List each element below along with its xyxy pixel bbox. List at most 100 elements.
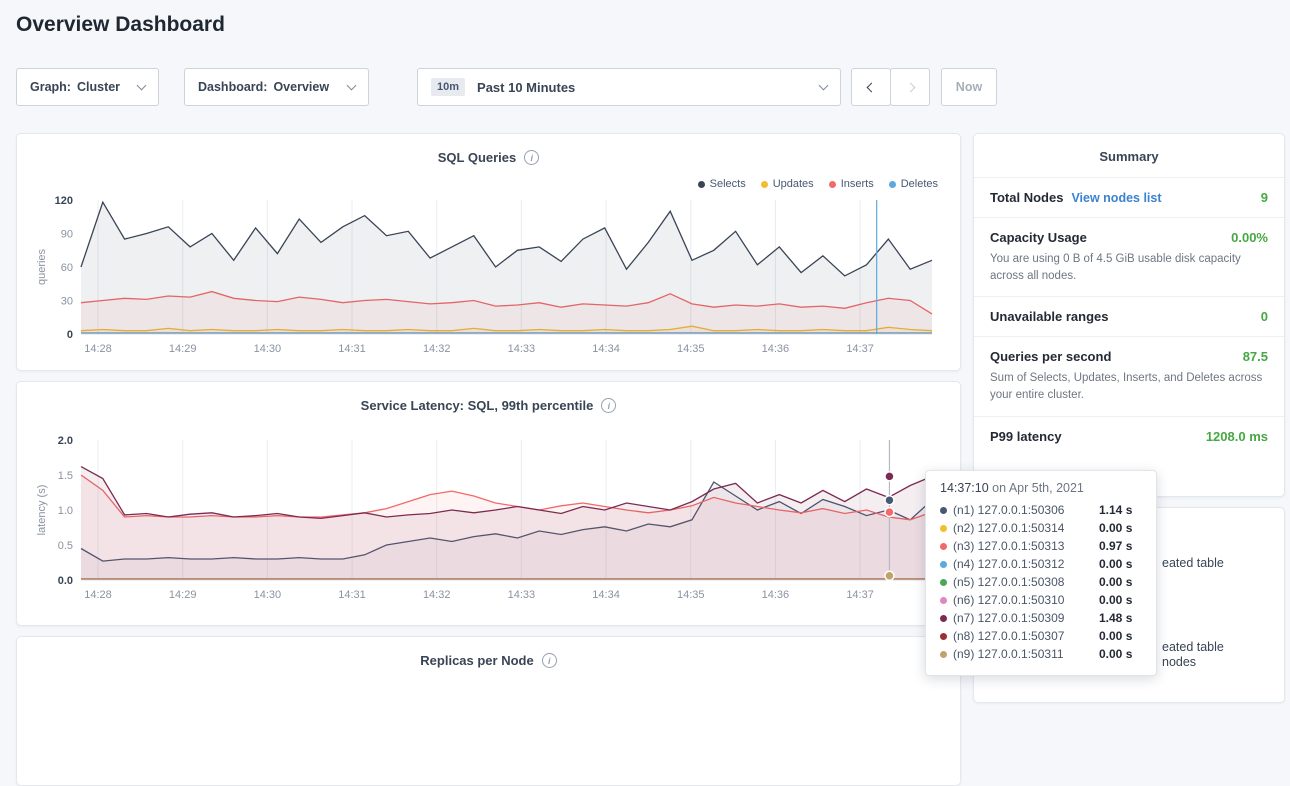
time-range-value: Past 10 Minutes bbox=[477, 80, 575, 95]
graph-dropdown[interactable]: Graph: Cluster bbox=[16, 68, 159, 106]
svg-text:14:28: 14:28 bbox=[84, 343, 112, 355]
tooltip-row: (n2) 127.0.0.1:50314 0.00 s bbox=[940, 519, 1142, 537]
svg-text:14:33: 14:33 bbox=[508, 589, 536, 601]
node-address: (n5) 127.0.0.1:50308 bbox=[953, 575, 1093, 589]
node-latency-value: 0.00 s bbox=[1099, 647, 1132, 661]
node-latency-value: 1.14 s bbox=[1099, 503, 1132, 517]
legend-item[interactable]: Updates bbox=[761, 178, 814, 190]
tooltip-row: (n8) 127.0.0.1:50307 0.00 s bbox=[940, 627, 1142, 645]
node-color-dot-icon bbox=[940, 651, 947, 658]
view-nodes-list-link[interactable]: View nodes list bbox=[1071, 191, 1161, 205]
service-latency-title: Service Latency: SQL, 99th percentile i bbox=[17, 382, 960, 413]
now-button-label: Now bbox=[956, 80, 982, 94]
node-address: (n2) 127.0.0.1:50314 bbox=[953, 521, 1093, 535]
svg-text:14:35: 14:35 bbox=[677, 343, 705, 355]
tooltip-row: (n6) 127.0.0.1:50310 0.00 s bbox=[940, 591, 1142, 609]
queries-per-second-description: Sum of Selects, Updates, Inserts, and De… bbox=[990, 370, 1268, 403]
node-address: (n9) 127.0.0.1:50311 bbox=[953, 647, 1093, 661]
chart-title-text: Service Latency: SQL, 99th percentile bbox=[361, 398, 594, 413]
summary-row-qps: Queries per second 87.5 Sum of Selects, … bbox=[974, 336, 1284, 415]
svg-text:0.0: 0.0 bbox=[58, 575, 73, 587]
time-next-button[interactable] bbox=[890, 68, 930, 106]
total-nodes-label: Total Nodes bbox=[990, 190, 1063, 205]
node-color-dot-icon bbox=[940, 543, 947, 550]
tooltip-header: 14:37:10 on Apr 5th, 2021 bbox=[940, 481, 1142, 495]
summary-row-total-nodes: Total Nodes View nodes list 9 bbox=[974, 177, 1284, 217]
legend-dot-icon bbox=[829, 181, 836, 188]
node-color-dot-icon bbox=[940, 579, 947, 586]
legend-item[interactable]: Deletes bbox=[889, 178, 938, 190]
node-color-dot-icon bbox=[940, 561, 947, 568]
svg-text:30: 30 bbox=[61, 296, 73, 308]
svg-text:120: 120 bbox=[55, 195, 73, 207]
event-item[interactable]: eated table bbox=[1162, 556, 1224, 570]
event-item[interactable]: nodes bbox=[1162, 655, 1196, 669]
node-address: (n1) 127.0.0.1:50306 bbox=[953, 503, 1093, 517]
time-now-button[interactable]: Now bbox=[941, 68, 997, 106]
dashboard-dropdown-label: Dashboard: bbox=[198, 80, 267, 94]
legend-label: Updates bbox=[773, 178, 814, 190]
graph-dropdown-label: Graph: bbox=[30, 80, 71, 94]
chart-hover-tooltip: 14:37:10 on Apr 5th, 2021 (n1) 127.0.0.1… bbox=[925, 470, 1157, 676]
time-range-dropdown[interactable]: 10m Past 10 Minutes bbox=[417, 68, 841, 106]
tooltip-time: 14:37:10 bbox=[940, 481, 989, 495]
queries-per-second-label: Queries per second bbox=[990, 349, 1111, 364]
info-icon[interactable]: i bbox=[601, 398, 616, 413]
svg-text:14:33: 14:33 bbox=[508, 343, 536, 355]
tooltip-date: on Apr 5th, 2021 bbox=[989, 481, 1084, 495]
svg-text:2.0: 2.0 bbox=[58, 435, 73, 447]
total-nodes-value: 9 bbox=[1261, 190, 1268, 205]
tooltip-row: (n9) 127.0.0.1:50311 0.00 s bbox=[940, 645, 1142, 663]
service-latency-chart[interactable]: 14:2814:2914:3014:3114:3214:3314:3414:35… bbox=[31, 430, 946, 606]
service-latency-panel: Service Latency: SQL, 99th percentile i … bbox=[16, 381, 961, 626]
chart-title-text: Replicas per Node bbox=[420, 653, 533, 668]
chevron-down-icon bbox=[137, 80, 147, 90]
node-address: (n4) 127.0.0.1:50312 bbox=[953, 557, 1093, 571]
event-item[interactable]: eated table bbox=[1162, 640, 1224, 654]
dashboard-dropdown-value: Overview bbox=[273, 80, 329, 94]
svg-text:14:36: 14:36 bbox=[762, 343, 790, 355]
svg-text:14:29: 14:29 bbox=[169, 343, 197, 355]
sql-queries-panel: SQL Queries i Selects Updates Inserts De… bbox=[16, 133, 961, 371]
dashboard-dropdown[interactable]: Dashboard: Overview bbox=[184, 68, 369, 106]
svg-text:1.0: 1.0 bbox=[58, 505, 73, 517]
node-latency-value: 0.00 s bbox=[1099, 593, 1132, 607]
svg-text:14:34: 14:34 bbox=[592, 343, 620, 355]
unavailable-ranges-value: 0 bbox=[1261, 309, 1268, 324]
graph-dropdown-value: Cluster bbox=[77, 80, 120, 94]
node-address: (n3) 127.0.0.1:50313 bbox=[953, 539, 1093, 553]
svg-text:14:37: 14:37 bbox=[846, 343, 874, 355]
info-icon[interactable]: i bbox=[542, 653, 557, 668]
node-color-dot-icon bbox=[940, 615, 947, 622]
legend-item[interactable]: Selects bbox=[698, 178, 746, 190]
legend-label: Selects bbox=[710, 178, 746, 190]
legend-label: Deletes bbox=[901, 178, 938, 190]
chevron-right-icon bbox=[905, 82, 915, 92]
legend-dot-icon bbox=[761, 181, 768, 188]
tooltip-row: (n3) 127.0.0.1:50313 0.97 s bbox=[940, 537, 1142, 555]
svg-text:14:32: 14:32 bbox=[423, 343, 451, 355]
svg-text:latency (s): latency (s) bbox=[36, 485, 48, 536]
svg-text:14:31: 14:31 bbox=[338, 343, 366, 355]
node-latency-value: 0.00 s bbox=[1099, 575, 1132, 589]
node-latency-value: 0.00 s bbox=[1099, 629, 1132, 643]
summary-title: Summary bbox=[974, 134, 1284, 177]
svg-text:14:32: 14:32 bbox=[423, 589, 451, 601]
tooltip-rows: (n1) 127.0.0.1:50306 1.14 s (n2) 127.0.0… bbox=[940, 501, 1142, 663]
info-icon[interactable]: i bbox=[524, 150, 539, 165]
legend-item[interactable]: Inserts bbox=[829, 178, 874, 190]
svg-text:14:30: 14:30 bbox=[254, 589, 282, 601]
summary-panel: Summary Total Nodes View nodes list 9 Ca… bbox=[973, 133, 1285, 497]
node-color-dot-icon bbox=[940, 597, 947, 604]
time-range-badge: 10m bbox=[431, 78, 465, 96]
node-latency-value: 0.97 s bbox=[1099, 539, 1132, 553]
capacity-usage-description: You are using 0 B of 4.5 GiB usable disk… bbox=[990, 251, 1268, 284]
sql-queries-title: SQL Queries i bbox=[17, 134, 960, 165]
time-prev-button[interactable] bbox=[851, 68, 891, 106]
legend-dot-icon bbox=[889, 181, 896, 188]
node-color-dot-icon bbox=[940, 633, 947, 640]
replicas-per-node-panel: Replicas per Node i bbox=[16, 636, 961, 786]
capacity-usage-value: 0.00% bbox=[1231, 230, 1268, 245]
node-address: (n8) 127.0.0.1:50307 bbox=[953, 629, 1093, 643]
sql-queries-chart[interactable]: 14:2814:2914:3014:3114:3214:3314:3414:35… bbox=[31, 190, 946, 360]
